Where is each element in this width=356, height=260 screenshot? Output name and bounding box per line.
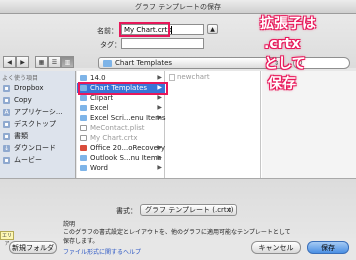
save-button[interactable]: 保存 [307, 241, 349, 254]
icon-view-icon: ▦ [38, 59, 45, 66]
column-view-icon: ▥ [64, 59, 71, 66]
list-item: newchart [169, 73, 210, 81]
back-button[interactable]: ◀ [3, 56, 16, 68]
sidebar-item-label: デスクトップ [14, 120, 56, 128]
callout-line: 保存 [268, 76, 296, 92]
list-item: MeContact.plist [77, 123, 165, 133]
sidebar: よく使う項目 ▪ Dropbox ▪ Copy A アプリケーシ... ▪ デスクトップ… [0, 71, 76, 178]
list-item[interactable]: Word ▶ [77, 163, 165, 173]
resize-tag: エリア [0, 231, 14, 247]
list-item[interactable]: Excel Scri...enu Items ▶ [77, 113, 166, 123]
name-label: 名前： [97, 27, 118, 35]
format-label: 書式： [116, 207, 137, 215]
list-item-label: newchart [177, 73, 210, 81]
chevron-right-icon: ▶ [157, 164, 162, 171]
file-icon [169, 73, 175, 81]
forward-button[interactable]: ▶ [16, 56, 29, 68]
forward-arrow-icon: ▶ [20, 59, 25, 66]
sidebar-item-label: ダウンロード [14, 144, 56, 152]
documents-icon: ▪ [3, 133, 10, 140]
name-highlight-box [119, 22, 170, 37]
popup-arrows-icon: ⇕ [226, 207, 232, 214]
callout-line: .crtx [264, 36, 301, 52]
tag-field[interactable] [121, 38, 204, 49]
list-item-label: My Chart.crtx [90, 134, 138, 142]
file-icon [80, 125, 87, 131]
office-folder-icon [80, 145, 87, 151]
icon-view-button[interactable]: ▦ [35, 56, 48, 68]
chevron-right-icon: ▶ [157, 144, 162, 151]
back-arrow-icon: ◀ [7, 59, 12, 66]
browser-column-2: newchart [166, 71, 261, 178]
folder-icon [80, 105, 87, 111]
download-icon: ↓ [3, 145, 10, 152]
list-item-label: Excel Scri...enu Items [90, 114, 166, 122]
list-view-icon: ☰ [51, 59, 58, 66]
triangle-up-icon: ▲ [210, 26, 215, 33]
folder-icon [80, 155, 87, 161]
folder-highlight-box [78, 82, 168, 95]
sidebar-item-label: ムービー [14, 156, 42, 164]
callout-line: 拡張子は [260, 16, 316, 32]
list-item[interactable]: Outlook S...nu Items ▶ [77, 153, 165, 163]
list-item-label: MeContact.plist [90, 124, 145, 132]
folder-icon [103, 60, 112, 67]
list-item-label: Outlook S...nu Items [90, 154, 162, 162]
location-popup[interactable]: Chart Templates ⇕ [98, 57, 284, 69]
dropbox-icon: ▪ [3, 85, 10, 92]
list-item-label: Excel [90, 104, 109, 112]
movies-icon: ▪ [3, 157, 10, 164]
copy-icon: ▪ [3, 97, 10, 104]
folder-icon [80, 165, 87, 171]
description-heading: 説明 [63, 221, 76, 228]
save-dialog: グラフ テンプレートの保存 名前： My Chart.crtx ▲ タグ： ◀ … [0, 0, 356, 260]
sidebar-item-label: Dropbox [14, 84, 44, 92]
applications-icon: A [3, 109, 10, 116]
column-view-button[interactable]: ▥ [61, 56, 74, 68]
file-icon [80, 135, 87, 141]
format-popup[interactable]: グラフ テンプレート (.crtx) ⇕ [140, 204, 237, 216]
chevron-right-icon: ▶ [157, 104, 162, 111]
text-caret [171, 26, 173, 34]
new-folder-button[interactable]: 新規フォルダ [9, 241, 57, 254]
list-item[interactable]: Excel ▶ [77, 103, 165, 113]
chevron-right-icon: ▶ [157, 114, 162, 121]
expand-dialog-button[interactable]: ▲ [207, 24, 218, 34]
folder-icon [80, 95, 87, 101]
sidebar-header: よく使う項目 [2, 75, 39, 82]
format-popup-value: グラフ テンプレート (.crtx) [145, 206, 234, 214]
list-item: My Chart.crtx [77, 133, 165, 143]
annotation-callout: 拡張子は .crtx として 保存 [260, 14, 316, 94]
format-help-link[interactable]: ファイル形式に関するヘルプ [63, 247, 141, 256]
sidebar-item-label: アプリケーシ... [14, 108, 63, 116]
desktop-icon: ▪ [3, 121, 10, 128]
callout-line: として [264, 56, 306, 72]
folder-icon [80, 75, 87, 81]
sidebar-item-label: Copy [14, 96, 32, 104]
window-title: グラフ テンプレートの保存 [0, 0, 356, 14]
list-view-button[interactable]: ☰ [48, 56, 61, 68]
chevron-right-icon: ▶ [157, 154, 162, 161]
folder-icon [80, 115, 87, 121]
location-popup-label: Chart Templates [115, 59, 173, 67]
list-item-label: Office 20...oRecovery [90, 144, 165, 152]
sidebar-item-label: 書類 [14, 132, 28, 140]
list-item-label: Word [90, 164, 108, 172]
cancel-button[interactable]: キャンセル [251, 241, 301, 254]
list-item[interactable]: Office 20...oRecovery ▶ [77, 143, 165, 153]
tag-label: タグ： [100, 41, 121, 49]
